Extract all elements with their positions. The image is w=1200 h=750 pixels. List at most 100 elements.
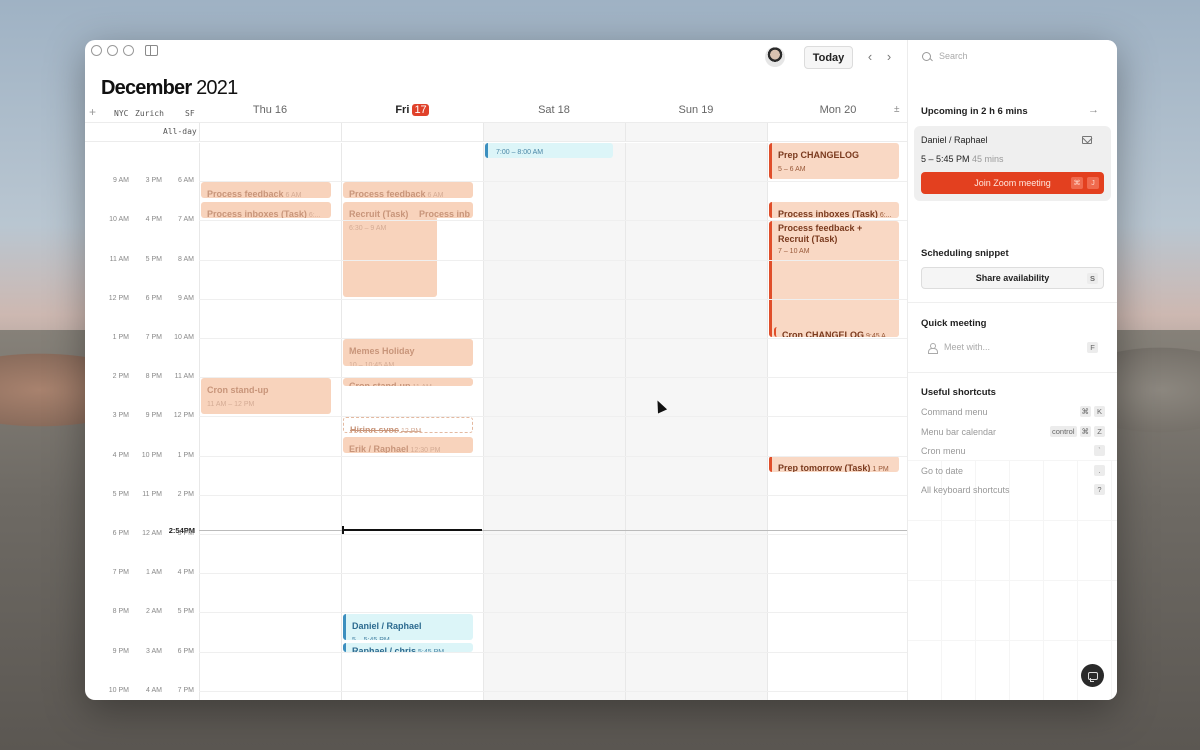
j-key: J	[1087, 177, 1099, 189]
time-label-nyc: 10 AM	[109, 216, 129, 224]
day-header-fri[interactable]: Fri 17	[341, 104, 483, 116]
hour-line	[199, 298, 907, 300]
time-label-sf: 10 AM	[174, 334, 194, 341]
day-column-sat[interactable]	[483, 143, 625, 700]
time-label-zurich: 6 PM	[145, 294, 162, 302]
time-label-nyc: 8 AM	[99, 143, 129, 145]
time-label-sf: 3 PM	[177, 530, 194, 537]
close-button[interactable]	[91, 45, 102, 56]
event-mon-prep-tomorrow[interactable]: Prep tomorrow (Task) 1 PM	[769, 456, 899, 472]
now-line	[199, 530, 907, 531]
day-column-sun[interactable]	[625, 143, 767, 700]
join-zoom-button[interactable]: Join Zoom meeting ⌘ J	[921, 172, 1104, 194]
time-label-zurich: 3 PM	[145, 177, 162, 185]
hour-line	[199, 612, 907, 614]
event-fri-process-feedback[interactable]: Process feedback 6 AM	[343, 182, 473, 198]
hour-line	[199, 690, 907, 692]
divider	[908, 372, 1117, 373]
shortcut-menu-bar-calendar[interactable]: Menu bar calendar control ⌘ Z	[921, 426, 1105, 437]
time-label-nyc: 5 PM	[112, 490, 129, 498]
add-timezone-icon[interactable]: +	[89, 105, 96, 119]
time-label-zurich: 5 PM	[145, 255, 162, 263]
event-fri-cron-standup[interactable]: Cron stand-up11 AM	[343, 378, 473, 386]
event-sat[interactable]: 7:00 – 8:00 AM	[485, 143, 613, 158]
now-tick	[342, 526, 344, 534]
mail-icon[interactable]	[1082, 136, 1092, 144]
cmd-key: ⌘	[1071, 177, 1083, 189]
scheduling-title: Scheduling snippet	[921, 248, 1009, 259]
event-thu-process-inboxes[interactable]: Process inboxes (Task) 6:...	[201, 202, 331, 218]
upcoming-event-card[interactable]: Daniel / Raphael 5 – 5:45 PM 45 mins Joi…	[914, 126, 1111, 201]
time-label-nyc: 10 PM	[108, 686, 129, 694]
zoom-button[interactable]	[123, 45, 134, 56]
today-button[interactable]: Today	[804, 46, 853, 69]
quick-meeting-title: Quick meeting	[921, 318, 987, 329]
event-fri-memes-holiday[interactable]: Memes Holiday 10 – 10:45 AM	[343, 339, 473, 366]
event-mon-cron-changelog[interactable]: Cron CHANGELOG 9:45 A...	[774, 327, 899, 337]
sidebar-toggle-icon[interactable]	[145, 45, 158, 56]
prev-week-button[interactable]: ‹	[863, 49, 877, 64]
time-label-zurich: 3 AM	[146, 647, 162, 655]
share-availability-button[interactable]: Share availability S	[921, 267, 1104, 289]
time-label-nyc: 2 PM	[112, 373, 129, 381]
event-fri-process-inboxes[interactable]: Process inb	[414, 202, 473, 218]
event-thu-process-feedback[interactable]: Process feedback 6 AM	[201, 182, 331, 198]
shortcut-go-to-date[interactable]: Go to date .	[921, 465, 1105, 476]
shortcut-command-menu[interactable]: Command menu ⌘ K	[921, 406, 1105, 417]
search-input[interactable]: Search	[922, 51, 968, 61]
shortcut-all-keyboard[interactable]: All keyboard shortcuts ?	[921, 484, 1105, 495]
day-header-sat[interactable]: Sat 18	[483, 104, 625, 116]
search-placeholder: Search	[939, 51, 968, 61]
time-label-nyc: 1 PM	[112, 334, 129, 341]
time-label-sf: 5 AM	[164, 143, 194, 145]
hour-line	[199, 377, 907, 379]
time-label-nyc: 12 PM	[108, 294, 129, 302]
event-fri-daniel-raphael[interactable]: Daniel / Raphael 5 – 5:45 PM	[343, 614, 473, 640]
all-day-row: All-day	[85, 122, 907, 142]
hour-line	[199, 416, 907, 418]
time-label-nyc: 6 PM	[112, 530, 129, 537]
day-header-thu[interactable]: Thu 16	[199, 104, 341, 116]
f-key: F	[1087, 342, 1098, 353]
time-label-sf: 6 AM	[178, 177, 194, 185]
day-column-thu[interactable]	[199, 143, 341, 700]
window-controls	[91, 45, 158, 56]
person-icon	[928, 342, 938, 354]
time-label-zurich: 8 PM	[145, 373, 162, 381]
shortcut-cron-menu[interactable]: Cron menu `	[921, 445, 1105, 456]
time-label-sf: 4 PM	[177, 569, 194, 577]
meet-with-input[interactable]: Meet with...	[928, 342, 990, 354]
chat-icon	[1087, 671, 1098, 682]
divider	[908, 302, 1117, 303]
time-label-nyc: 7 PM	[112, 569, 129, 577]
event-mon-process-inboxes[interactable]: Process inboxes (Task) 6:...	[769, 202, 899, 218]
day-header-mon[interactable]: Mon 20	[767, 104, 909, 116]
time-label-zurich: 9 PM	[145, 412, 162, 420]
hour-line	[199, 455, 907, 457]
event-fri-hiring-sync[interactable]: Hiring sync 12 PM	[343, 417, 473, 433]
time-label-nyc: 9 AM	[113, 177, 129, 185]
day-header-sun[interactable]: Sun 19	[625, 104, 767, 116]
event-mon-feedback-recruit[interactable]: Process feedback + Recruit (Task) 7 – 10…	[769, 221, 899, 337]
arrow-right-icon[interactable]: →	[1088, 104, 1099, 116]
minimize-button[interactable]	[107, 45, 118, 56]
event-thu-cron-standup[interactable]: Cron stand-up 11 AM – 12 PM	[201, 378, 331, 414]
hour-line	[199, 181, 907, 183]
time-label-sf: 2 PM	[177, 490, 194, 498]
time-label-zurich: 10 PM	[141, 451, 162, 459]
chat-button[interactable]	[1081, 664, 1104, 687]
page-title: December 2021	[101, 77, 238, 100]
decorative-pattern	[908, 460, 1117, 700]
time-label-sf: 8 AM	[178, 255, 194, 263]
event-mon-prep-changelog[interactable]: Prep CHANGELOG 5 – 6 AM	[769, 143, 899, 179]
hour-line	[199, 494, 907, 496]
next-week-button[interactable]: ›	[882, 49, 896, 64]
event-fri-erik-raphael[interactable]: Erik / Raphael 12:30 PM	[343, 437, 473, 453]
shortcuts-title: Useful shortcuts	[921, 387, 996, 398]
avatar[interactable]	[765, 47, 785, 67]
expand-toggle-icon[interactable]: ±	[894, 104, 900, 115]
time-label-zurich: 2 AM	[146, 608, 162, 616]
right-sidebar: Search Upcoming in 2 h 6 mins → Daniel /…	[907, 40, 1117, 700]
time-label-sf: 11 AM	[174, 373, 194, 381]
hour-line	[199, 651, 907, 653]
